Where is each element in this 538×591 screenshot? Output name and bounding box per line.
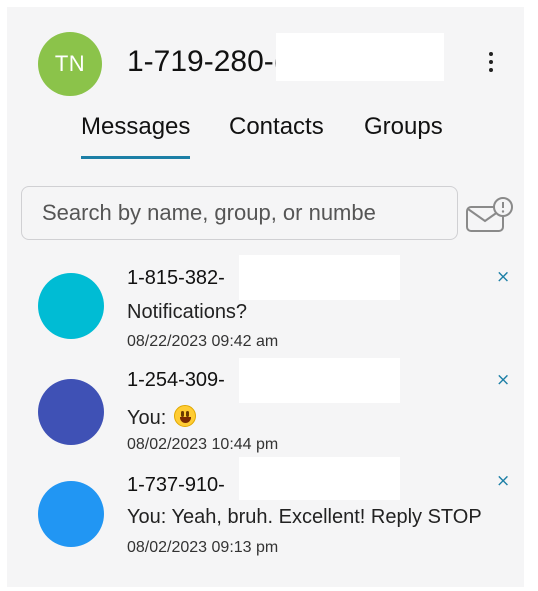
search-input[interactable] bbox=[40, 199, 457, 227]
conversation-row[interactable]: 1-254-309- You: 08/02/2023 10:44 pm × bbox=[7, 355, 524, 455]
redaction-box bbox=[239, 358, 400, 403]
contact-avatar bbox=[38, 379, 104, 445]
contact-avatar bbox=[38, 273, 104, 339]
tab-groups[interactable]: Groups bbox=[364, 113, 443, 141]
message-timestamp: 08/22/2023 09:42 am bbox=[127, 333, 279, 350]
contact-number: 1-815-382- bbox=[127, 267, 225, 289]
contact-number: 1-737-910- bbox=[127, 474, 225, 496]
avatar-initials: TN bbox=[54, 51, 86, 76]
kebab-menu-icon[interactable] bbox=[479, 47, 503, 77]
tab-contacts[interactable]: Contacts bbox=[229, 113, 324, 141]
delete-conversation-button[interactable]: × bbox=[496, 471, 510, 491]
user-avatar[interactable]: TN bbox=[38, 32, 102, 96]
search-box bbox=[21, 186, 458, 240]
messaging-panel: TN 1-719-280-( Messages Contacts Groups … bbox=[7, 7, 524, 587]
redaction-box bbox=[276, 33, 444, 81]
message-timestamp: 08/02/2023 10:44 pm bbox=[127, 436, 279, 453]
message-preview: You: bbox=[127, 402, 196, 430]
message-preview-text: You: bbox=[127, 407, 172, 429]
conversation-row[interactable]: 1-737-910- You: Yeah, bruh. Excellent! R… bbox=[7, 457, 524, 557]
message-preview: You: Yeah, bruh. Excellent! Reply STOP bbox=[127, 506, 482, 528]
contact-avatar bbox=[38, 481, 104, 547]
my-phone-number: 1-719-280-( bbox=[127, 45, 284, 78]
redaction-box bbox=[239, 457, 400, 500]
delete-conversation-button[interactable]: × bbox=[496, 267, 510, 287]
conversation-row[interactable]: 1-815-382- Notifications? 08/22/2023 09:… bbox=[7, 251, 524, 351]
tab-messages[interactable]: Messages bbox=[81, 113, 191, 159]
redaction-box bbox=[239, 255, 400, 300]
mail-alert-icon[interactable] bbox=[465, 195, 515, 235]
contact-number: 1-254-309- bbox=[127, 369, 225, 391]
grinning-emoji-icon bbox=[173, 405, 196, 427]
message-preview: Notifications? bbox=[127, 301, 248, 323]
message-timestamp: 08/02/2023 09:13 pm bbox=[127, 539, 279, 556]
delete-conversation-button[interactable]: × bbox=[496, 370, 510, 390]
header: TN 1-719-280-( Messages Contacts Groups bbox=[7, 7, 524, 167]
